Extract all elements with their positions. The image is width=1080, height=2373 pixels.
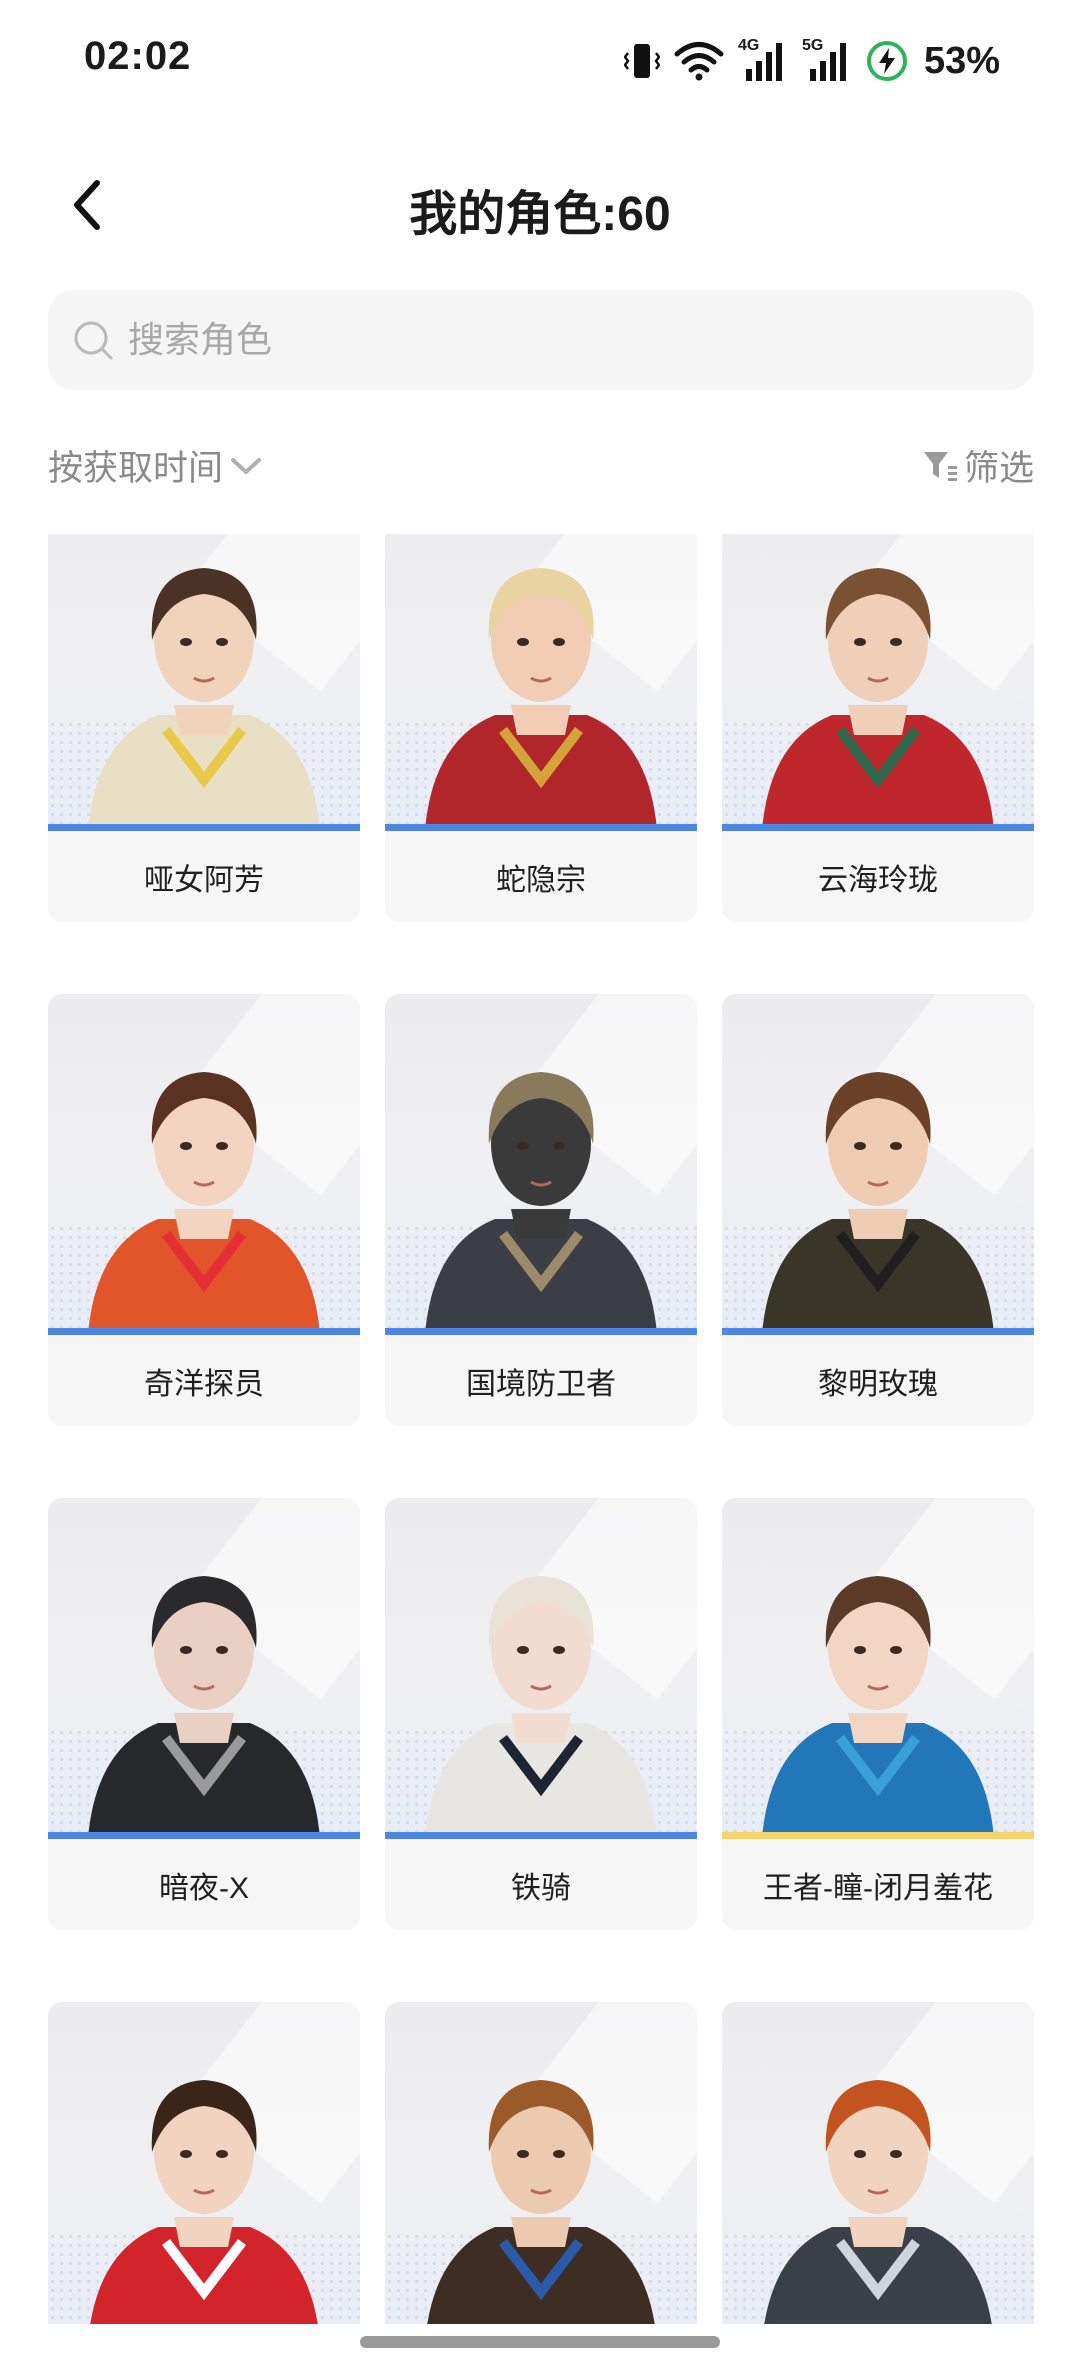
network-label-4g: 4G [737,37,760,54]
character-name: 云海玲珑 [818,863,938,897]
battery-charging-icon [866,40,908,82]
character-figure [764,2080,992,2324]
character-portrait [385,1498,697,1838]
filter-button[interactable]: 筛选 [922,440,1034,491]
character-figure [762,568,994,830]
character-portrait [48,1498,360,1838]
home-indicator[interactable] [360,2336,720,2348]
character-card[interactable]: 铁骑 [385,1498,697,1930]
signal-4g-icon: 4G [737,37,788,83]
character-portrait [722,1498,1034,1838]
character-name: 奇洋探员 [144,1367,264,1401]
rarity-bar [385,1832,697,1839]
character-portrait [48,534,360,830]
chevron-down-icon [231,457,262,474]
character-portrait [722,994,1034,1334]
wifi-icon [674,41,724,81]
status-icons: 4G 5G 53% [623,37,1000,84]
filter-label: 筛选 [963,449,1034,488]
rarity-bar [722,1328,1034,1335]
character-portrait [48,2002,360,2324]
character-figure [88,1072,320,1334]
search-icon [70,317,116,363]
rarity-bar [722,1832,1034,1839]
character-name: 蛇隐宗 [496,863,586,897]
character-figure [425,1576,657,1838]
character-figure [90,2080,318,2324]
character-figure [88,1576,320,1838]
rarity-bar [48,1832,360,1839]
rarity-bar [722,824,1034,831]
character-name: 哑女阿芳 [144,863,264,897]
character-grid: 哑女阿芳 蛇隐宗 云海玲珑奇洋探员 国境防卫者 黎明玫瑰暗夜-X 铁骑 王者-瞳-闭月羞花 [48,534,1034,2324]
search-input[interactable] [126,318,990,362]
character-portrait [385,534,697,830]
page-title: 我的角色:60 [409,188,671,241]
character-name: 王者-瞳-闭月羞花 [763,1871,993,1905]
character-name: 铁骑 [511,1871,571,1905]
character-portrait [722,534,1034,830]
rarity-bar [48,824,360,831]
character-card[interactable] [48,2002,360,2324]
sort-filter-bar: 按获取时间 筛选 [48,440,1034,496]
character-name: 暗夜-X [159,1871,249,1905]
sort-label: 按获取时间 [48,449,224,488]
character-figure [425,1072,657,1334]
battery-percent: 53% [923,39,1000,82]
character-card[interactable]: 黎明玫瑰 [722,994,1034,1426]
character-card[interactable]: 云海玲珑 [722,534,1034,922]
character-card[interactable]: 奇洋探员 [48,994,360,1426]
character-portrait [722,2002,1034,2324]
character-name: 黎明玫瑰 [818,1367,938,1401]
filter-icon [923,451,957,481]
character-portrait [48,994,360,1334]
character-card[interactable]: 蛇隐宗 [385,534,697,922]
search-box[interactable] [48,290,1034,390]
character-card[interactable]: 哑女阿芳 [48,534,360,922]
character-figure [88,568,320,830]
status-bar: 02:02 4G 5G 53% [0,0,1080,120]
rarity-bar [385,824,697,831]
character-figure [425,568,657,830]
character-name: 国境防卫者 [466,1367,616,1401]
vibrate-icon [623,41,660,81]
character-figure [427,2080,655,2324]
header: 我的角色:60 [0,150,1080,260]
character-portrait [385,2002,697,2324]
character-card[interactable] [385,2002,697,2324]
sort-dropdown[interactable]: 按获取时间 [48,440,263,491]
rarity-bar [385,1328,697,1335]
character-card[interactable]: 王者-瞳-闭月羞花 [722,1498,1034,1930]
character-card[interactable]: 国境防卫者 [385,994,697,1426]
character-figure [762,1576,994,1838]
character-figure [762,1072,994,1334]
status-time: 02:02 [84,34,192,78]
rarity-bar [48,1328,360,1335]
character-card[interactable] [722,2002,1034,2324]
character-card[interactable]: 暗夜-X [48,1498,360,1930]
signal-5g-icon: 5G [801,37,852,83]
character-grid-viewport[interactable]: 哑女阿芳 蛇隐宗 云海玲珑奇洋探员 国境防卫者 黎明玫瑰暗夜-X 铁骑 王者-瞳-闭月羞花 [0,534,1080,2324]
character-portrait [385,994,697,1334]
network-label-5g: 5G [801,37,824,54]
